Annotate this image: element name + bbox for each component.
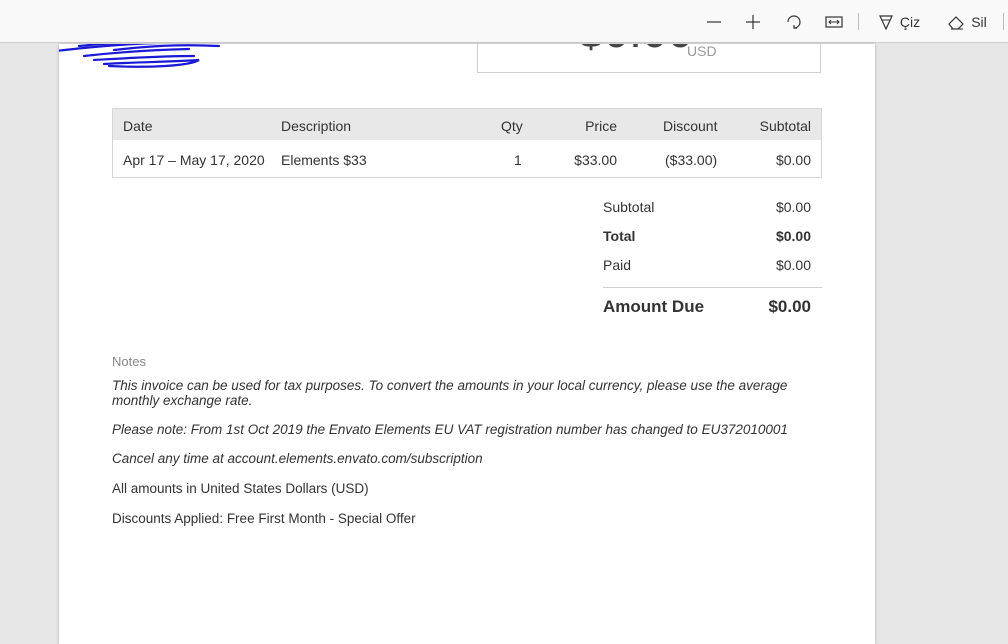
- subtotal-line: Subtotal $0.00: [603, 199, 822, 219]
- row-qty: 1: [514, 152, 522, 168]
- row-price: $33.00: [574, 152, 617, 168]
- amount-due-box: $0.00 USD: [477, 44, 821, 73]
- toolbar-separator: [1003, 13, 1004, 30]
- total-value: $0.00: [775, 228, 811, 244]
- plus-icon: [746, 14, 760, 29]
- rotate-button[interactable]: [783, 0, 805, 43]
- fit-width-button[interactable]: [823, 0, 845, 43]
- header-subtotal: Subtotal: [759, 118, 811, 134]
- zoom-in-button[interactable]: [742, 0, 764, 43]
- header-discount: Discount: [663, 118, 718, 134]
- row-discount: ($33.00): [665, 152, 718, 168]
- header-description: Description: [281, 118, 352, 134]
- draw-label: Çiz: [899, 13, 921, 30]
- total-line: Total $0.00: [603, 228, 822, 248]
- currency-note: All amounts in United States Dollars (US…: [112, 481, 369, 496]
- discount-note: Discounts Applied: Free First Month - Sp…: [112, 511, 416, 526]
- paid-line: Paid $0.00: [603, 257, 822, 277]
- table-header: Date Description Qty Price Discount Subt…: [113, 109, 821, 140]
- erase-label: Sil: [971, 13, 987, 30]
- table-row: Apr 17 – May 17, 2020 Elements $33 1 $33…: [113, 140, 821, 177]
- paid-label: Paid: [603, 257, 632, 273]
- subtotal-label: Subtotal: [603, 199, 655, 215]
- minus-icon: [707, 20, 721, 23]
- redaction-scribble: [59, 44, 221, 68]
- notes-heading: Notes: [112, 354, 146, 369]
- header-qty: Qty: [501, 118, 523, 134]
- line-items-table: Date Description Qty Price Discount Subt…: [112, 108, 822, 178]
- draw-button[interactable]: Çiz: [874, 0, 924, 43]
- vat-note: Please note: From 1st Oct 2019 the Envat…: [112, 422, 788, 437]
- amount-due-big: $0.00: [578, 44, 693, 58]
- subtotal-value: $0.00: [775, 199, 811, 215]
- tax-note: This invoice can be used for tax purpose…: [112, 378, 788, 408]
- pdf-toolbar: Çiz Sil: [0, 0, 1008, 43]
- total-label: Total: [603, 228, 636, 244]
- row-date: Apr 17 – May 17, 2020: [123, 152, 265, 168]
- currency-label: USD: [687, 44, 717, 59]
- row-subtotal: $0.00: [775, 152, 811, 168]
- rotate-icon: [787, 14, 801, 29]
- amount-due-label: Amount Due: [603, 297, 705, 316]
- toolbar-separator: [858, 13, 859, 30]
- cancel-note: Cancel any time at account.elements.enva…: [112, 451, 483, 466]
- pdf-page: $0.00 USD Date Description Qty Price Dis…: [59, 44, 875, 644]
- erase-button[interactable]: Sil: [944, 0, 990, 43]
- zoom-out-button[interactable]: [703, 0, 725, 43]
- eraser-icon: [948, 15, 965, 30]
- draw-icon: [878, 14, 893, 30]
- header-price: Price: [585, 118, 617, 134]
- amount-due-value: $0.00: [768, 297, 811, 316]
- totals-divider: [603, 287, 822, 288]
- row-description: Elements $33: [281, 152, 367, 168]
- fit-width-icon: [825, 15, 843, 28]
- header-date: Date: [123, 118, 153, 134]
- paid-value: $0.00: [775, 257, 811, 273]
